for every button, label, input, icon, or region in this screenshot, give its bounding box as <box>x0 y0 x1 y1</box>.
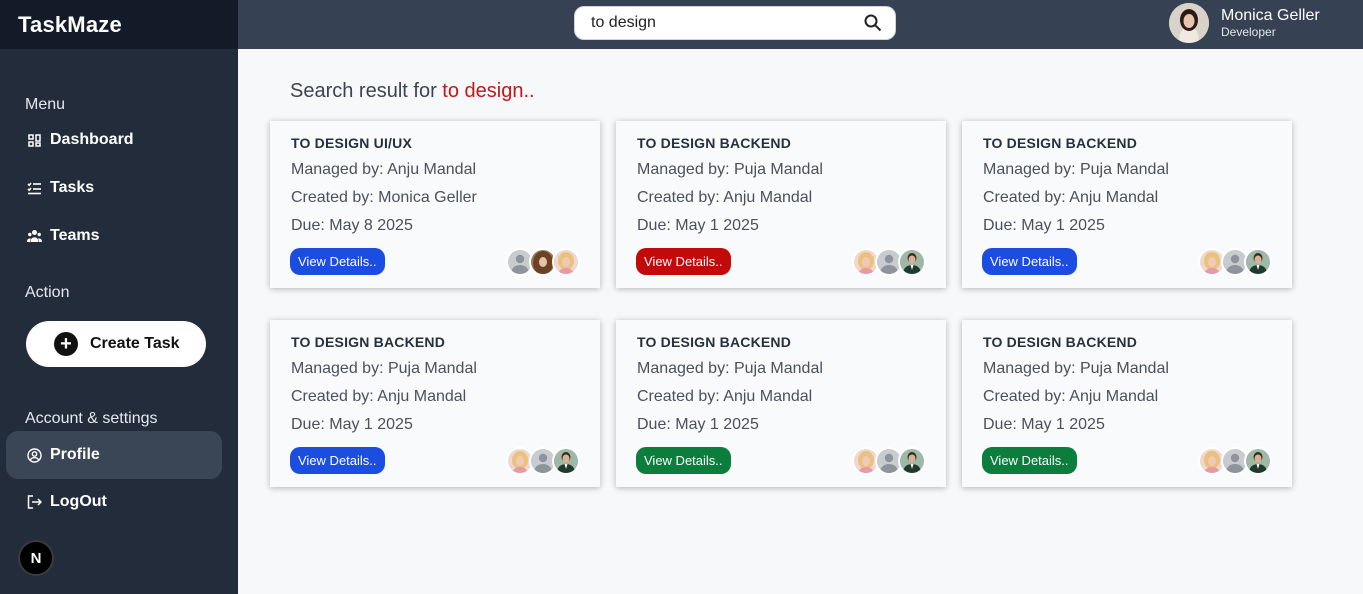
view-details-button[interactable]: View Details.. <box>982 447 1077 474</box>
assignee-avatars <box>1198 447 1272 475</box>
task-due-date: Due: May 1 2025 <box>291 416 413 433</box>
task-created-by: Created by: Anju Mandal <box>637 189 813 206</box>
search-icon[interactable] <box>863 13 883 33</box>
menu-section-label: Menu <box>25 96 66 113</box>
sidebar-item-teams[interactable]: Teams <box>6 212 222 260</box>
task-title: TO DESIGN BACKEND <box>637 135 792 151</box>
task-created-by: Created by: Anju Mandal <box>637 388 813 405</box>
list-icon <box>26 180 42 196</box>
task-managed-by: Managed by: Puja Mandal <box>983 161 1169 178</box>
avatar[interactable] <box>1244 248 1272 276</box>
task-created-by: Created by: Monica Geller <box>291 189 477 206</box>
assignee-avatars <box>506 447 580 475</box>
sidebar-item-label: Teams <box>50 227 100 244</box>
sidebar-item-label: LogOut <box>50 493 107 510</box>
task-card: TO DESIGN BACKEND Managed by: Puja Mandal… <box>616 320 946 487</box>
top-bar: Monica Geller Developer <box>238 0 1363 49</box>
task-managed-by: Managed by: Puja Mandal <box>637 161 823 178</box>
sidebar-item-tasks[interactable]: Tasks <box>6 164 222 212</box>
assignee-avatars <box>1198 248 1272 276</box>
sidebar-item-label: Tasks <box>50 179 95 196</box>
sidebar-item-label: Dashboard <box>50 131 134 148</box>
task-title: TO DESIGN BACKEND <box>637 334 792 350</box>
assignee-avatars <box>852 447 926 475</box>
sidebar-item-label: Profile <box>50 446 100 463</box>
task-card: TO DESIGN BACKEND Managed by: Puja Mandal… <box>962 320 1292 487</box>
sidebar-item-profile[interactable]: Profile <box>6 431 222 479</box>
task-due-date: Due: May 1 2025 <box>637 416 759 433</box>
task-managed-by: Managed by: Puja Mandal <box>983 360 1169 377</box>
search-input[interactable] <box>591 14 863 32</box>
avatar[interactable] <box>898 248 926 276</box>
user-name: Monica Geller <box>1221 7 1320 24</box>
task-due-date: Due: May 8 2025 <box>291 217 413 234</box>
search-result-heading: Search result for to design.. <box>290 80 535 103</box>
grid-icon <box>26 132 42 148</box>
avatar[interactable] <box>552 447 580 475</box>
logout-icon <box>26 494 42 510</box>
sidebar-item-logout[interactable]: LogOut <box>6 478 222 526</box>
assignee-avatars <box>506 248 580 276</box>
avatar[interactable] <box>552 248 580 276</box>
account-section-label: Account & settings <box>25 410 158 427</box>
task-due-date: Due: May 1 2025 <box>983 217 1105 234</box>
task-title: TO DESIGN UI/UX <box>291 135 412 151</box>
task-due-date: Due: May 1 2025 <box>983 416 1105 433</box>
task-created-by: Created by: Anju Mandal <box>983 388 1159 405</box>
sidebar-item-dashboard[interactable]: Dashboard <box>6 116 222 164</box>
task-title: TO DESIGN BACKEND <box>983 334 1138 350</box>
search-box[interactable] <box>574 6 896 40</box>
view-details-button[interactable]: View Details.. <box>636 447 731 474</box>
create-task-label: Create Task <box>90 335 180 352</box>
task-title: TO DESIGN BACKEND <box>291 334 446 350</box>
task-due-date: Due: May 1 2025 <box>637 217 759 234</box>
avatar[interactable] <box>1169 3 1209 43</box>
task-card: TO DESIGN BACKEND Managed by: Puja Mandal… <box>270 320 600 487</box>
create-task-button[interactable]: + Create Task <box>26 321 206 367</box>
sidebar: TaskMaze Menu Dashboard Tasks Teams Acti… <box>0 0 238 594</box>
view-details-button[interactable]: View Details.. <box>290 248 385 275</box>
task-card: TO DESIGN UI/UX Managed by: Anju Mandal Cr… <box>270 121 600 288</box>
task-managed-by: Managed by: Puja Mandal <box>291 360 477 377</box>
team-icon <box>26 228 42 244</box>
plus-icon: + <box>54 332 78 356</box>
task-created-by: Created by: Anju Mandal <box>291 388 467 405</box>
user-role: Developer <box>1221 25 1276 39</box>
view-details-button[interactable]: View Details.. <box>636 248 731 275</box>
task-created-by: Created by: Anju Mandal <box>983 189 1159 206</box>
view-details-button[interactable]: View Details.. <box>982 248 1077 275</box>
heading-query: to design.. <box>442 80 535 102</box>
view-details-button[interactable]: View Details.. <box>290 447 385 474</box>
avatar[interactable] <box>898 447 926 475</box>
heading-prefix: Search result for <box>290 80 437 102</box>
user-profile[interactable]: Monica Geller Developer <box>1169 3 1320 43</box>
task-managed-by: Managed by: Puja Mandal <box>637 360 823 377</box>
framework-badge[interactable]: N <box>18 540 54 576</box>
task-title: TO DESIGN BACKEND <box>983 135 1138 151</box>
action-section-label: Action <box>25 284 70 301</box>
task-card: TO DESIGN BACKEND Managed by: Puja Mandal… <box>616 121 946 288</box>
user-circle-icon <box>26 447 42 463</box>
task-managed-by: Managed by: Anju Mandal <box>291 161 477 178</box>
assignee-avatars <box>852 248 926 276</box>
task-card: TO DESIGN BACKEND Managed by: Puja Mandal… <box>962 121 1292 288</box>
brand-logo[interactable]: TaskMaze <box>0 0 238 49</box>
avatar[interactable] <box>1244 447 1272 475</box>
